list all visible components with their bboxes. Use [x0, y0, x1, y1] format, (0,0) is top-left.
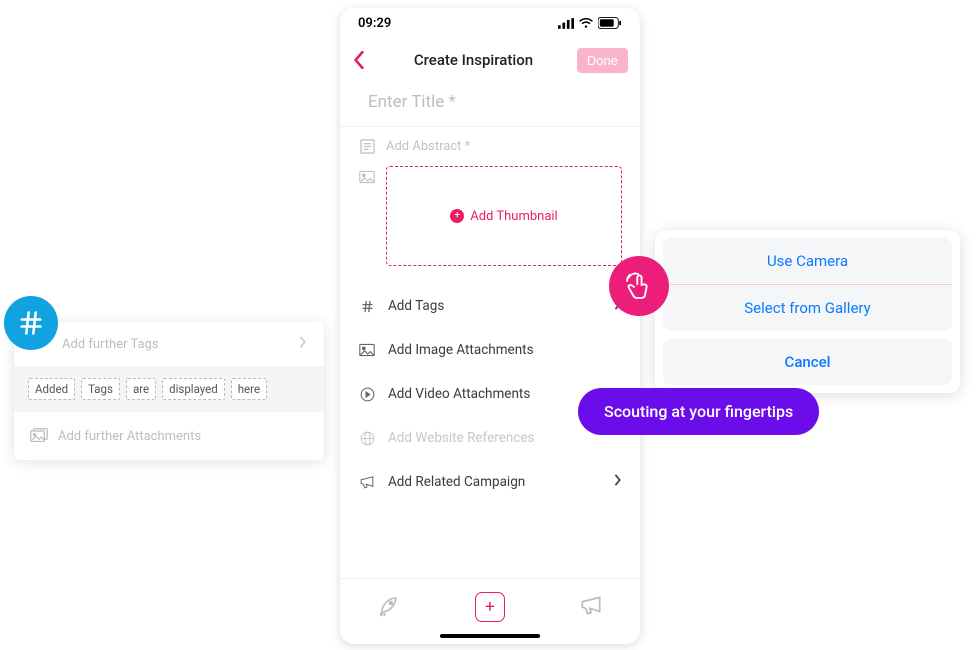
tag-chip[interactable]: here — [231, 378, 267, 400]
tag-chip[interactable]: are — [126, 378, 156, 400]
tag-chip[interactable]: Tags — [81, 378, 120, 400]
back-button[interactable] — [352, 51, 370, 69]
signal-icon — [558, 18, 574, 29]
home-indicator — [440, 634, 540, 638]
chevron-right-icon — [298, 336, 308, 352]
megaphone-icon — [358, 475, 376, 489]
tags-header-row[interactable]: Add further Tags — [14, 322, 324, 366]
status-bar: 09:29 — [340, 8, 640, 38]
option-label: Add Image Attachments — [388, 342, 534, 358]
add-images-row[interactable]: Add Image Attachments — [340, 328, 640, 372]
page-title: Create Inspiration — [370, 51, 577, 69]
tag-chips-container: Added Tags are displayed here — [14, 366, 324, 412]
plus-circle-icon: + — [450, 209, 464, 223]
add-attachments-row[interactable]: Add further Attachments — [14, 412, 324, 460]
select-gallery-option[interactable]: Select from Gallery — [663, 285, 952, 331]
nav-bar: Create Inspiration Done — [340, 38, 640, 82]
add-attachments-label: Add further Attachments — [58, 429, 201, 444]
add-tags-row[interactable]: Add Tags — [340, 284, 640, 328]
title-input[interactable]: Enter Title * — [340, 82, 640, 127]
cancel-option[interactable]: Cancel — [663, 339, 952, 385]
rocket-icon[interactable] — [377, 593, 401, 621]
create-button[interactable]: + — [475, 592, 505, 622]
image-icon — [358, 343, 376, 357]
hashtag-badge — [4, 296, 58, 350]
add-campaign-row[interactable]: Add Related Campaign — [340, 460, 640, 504]
add-thumbnail-button[interactable]: + Add Thumbnail — [386, 166, 622, 266]
phone-frame: 09:29 Create Inspiration Done Enter Titl… — [340, 8, 640, 644]
abstract-input[interactable]: Add Abstract * — [340, 127, 640, 166]
tag-chip[interactable]: Added — [28, 378, 75, 400]
thumbnail-label: Add Thumbnail — [470, 209, 557, 224]
hashtag-icon — [358, 299, 376, 314]
option-label: Add Website References — [388, 430, 535, 446]
status-time: 09:29 — [358, 16, 391, 31]
abstract-placeholder: Add Abstract * — [386, 139, 470, 154]
tags-panel: Add further Tags Added Tags are displaye… — [14, 322, 324, 460]
tag-chip[interactable]: displayed — [162, 378, 225, 400]
touch-gesture-badge — [609, 256, 669, 316]
status-indicators — [558, 17, 622, 29]
chevron-right-icon — [614, 474, 622, 490]
document-icon — [358, 139, 376, 154]
megaphone-icon[interactable] — [579, 595, 603, 619]
tags-header-label: Add further Tags — [62, 337, 159, 352]
option-label: Add Tags — [388, 298, 444, 314]
bottom-nav: + — [340, 578, 640, 634]
form-content: Enter Title * Add Abstract * + Add Thumb… — [340, 82, 640, 578]
battery-icon — [598, 17, 622, 29]
option-label: Add Video Attachments — [388, 386, 530, 402]
marketing-toast: Scouting at your fingertips — [578, 388, 819, 435]
done-button[interactable]: Done — [577, 48, 628, 73]
thumbnail-action-sheet: Use Camera Select from Gallery Cancel — [655, 230, 960, 393]
globe-icon — [358, 431, 376, 446]
play-icon — [358, 387, 376, 402]
option-label: Add Related Campaign — [388, 474, 525, 490]
use-camera-option[interactable]: Use Camera — [663, 238, 952, 285]
image-icon — [30, 426, 48, 446]
wifi-icon — [578, 17, 594, 29]
image-icon — [358, 170, 376, 184]
